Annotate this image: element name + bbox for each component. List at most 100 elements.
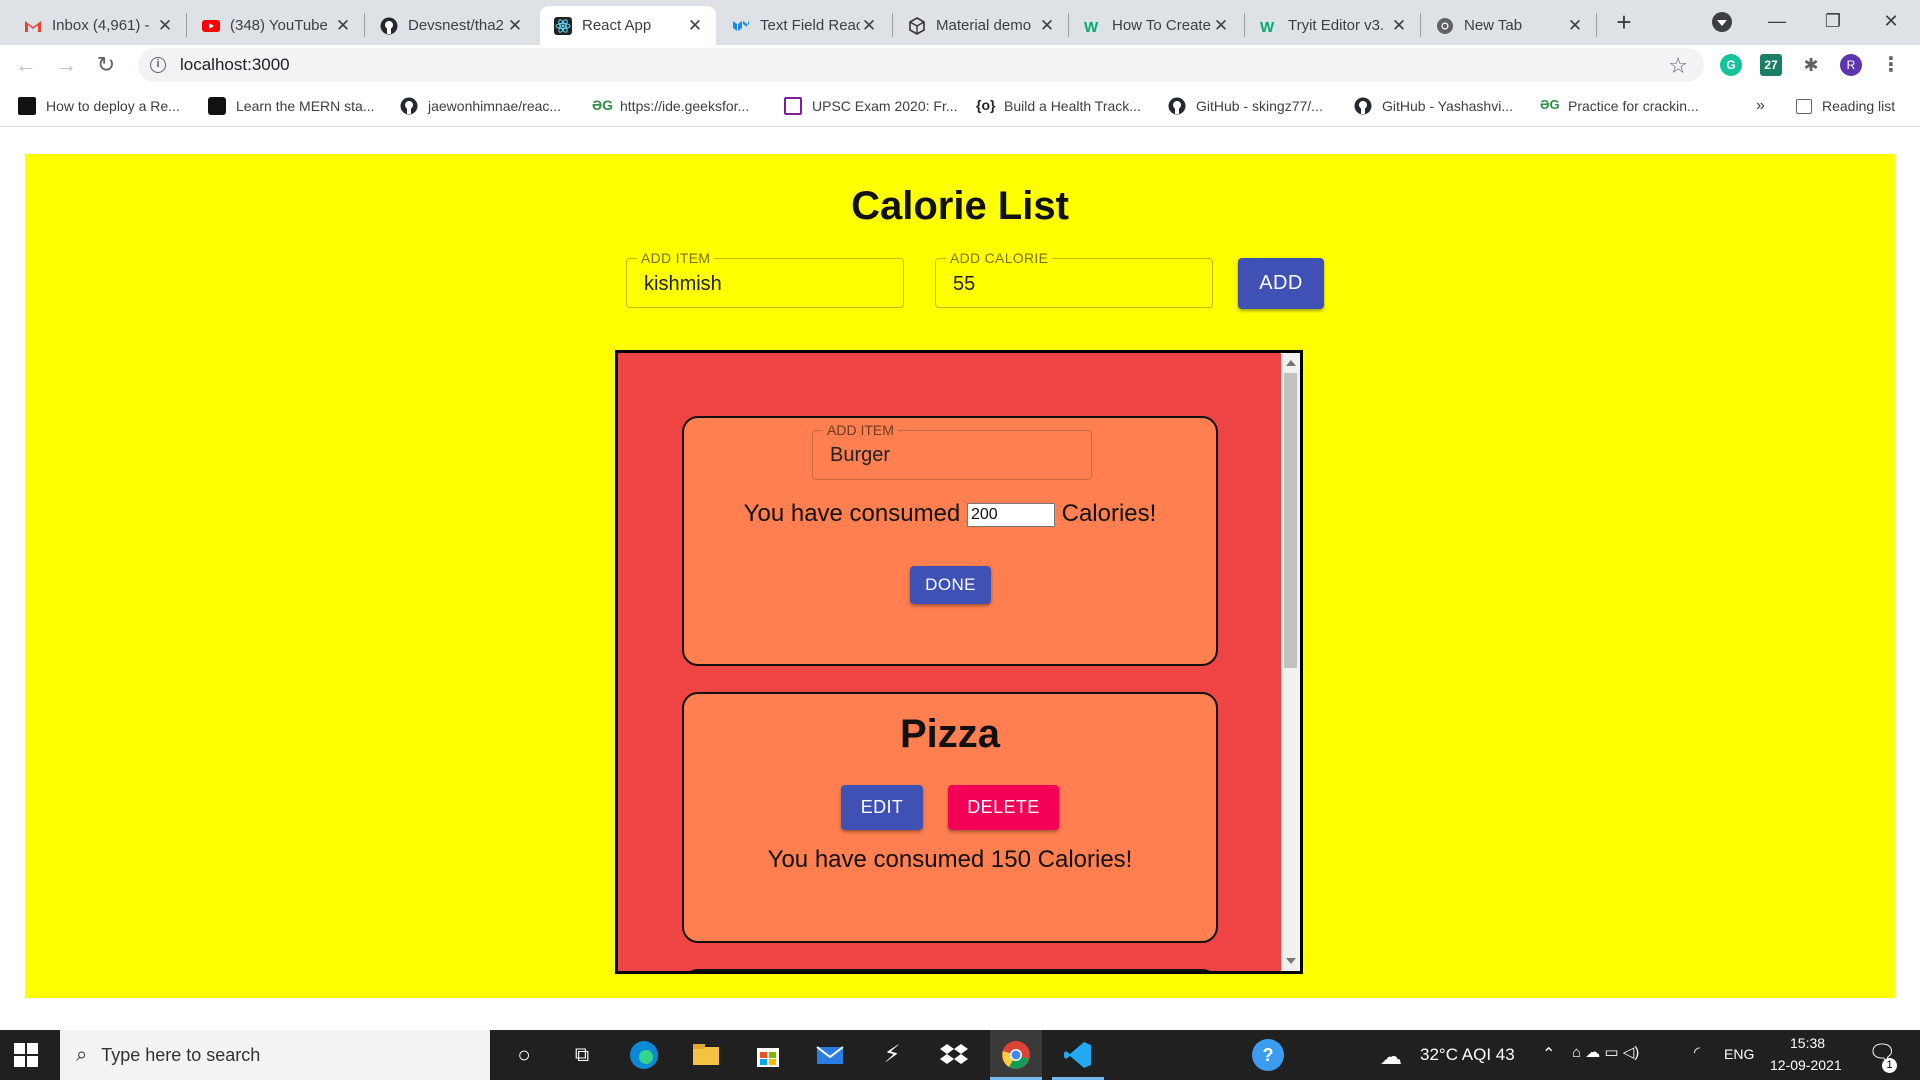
close-icon[interactable]: ✕ <box>1212 16 1230 36</box>
edit-button[interactable]: EDIT <box>841 785 923 830</box>
reading-list-button[interactable]: Reading list <box>1796 95 1895 117</box>
bookmark-item[interactable]: ƏG Practice for crackin... <box>1540 95 1699 117</box>
tab-title: How To Create <box>1112 17 1211 34</box>
bookmark-star-icon[interactable]: ☆ <box>1668 53 1688 79</box>
scroll-up-icon[interactable] <box>1286 360 1296 366</box>
tray-icons[interactable]: ⌂ ☁ ▭ ◁) <box>1572 1043 1639 1061</box>
file-explorer-icon[interactable] <box>690 1039 722 1071</box>
mui-icon <box>733 20 749 31</box>
tab-github[interactable]: Devsnest/tha2 ✕ <box>366 6 536 45</box>
profile-avatar[interactable]: R <box>1840 54 1862 76</box>
tab-title: Text Field Reac <box>760 17 860 34</box>
mail-icon[interactable] <box>814 1039 846 1071</box>
extension-badge-icon[interactable]: 27 <box>1760 54 1782 76</box>
tab-material-demo[interactable]: Material demo ✕ <box>894 6 1068 45</box>
close-icon[interactable]: ✕ <box>1390 16 1408 36</box>
github-icon <box>400 97 418 115</box>
language-indicator[interactable]: ENG <box>1724 1046 1754 1062</box>
back-arrow-icon[interactable]: ← <box>12 51 40 79</box>
site-info-icon[interactable]: i <box>150 57 166 73</box>
bookmark-item[interactable]: GitHub - Yashashvi... <box>1354 95 1513 117</box>
github-icon <box>380 17 398 34</box>
forward-arrow-icon[interactable]: → <box>52 51 80 79</box>
w3schools-icon: W <box>1260 19 1275 35</box>
svg-text:W: W <box>1260 19 1275 35</box>
close-icon[interactable]: ✕ <box>860 16 878 36</box>
menu-kebab-icon[interactable]: ⋮ <box>1880 54 1902 76</box>
item-name: Pizza <box>899 712 1001 756</box>
add-calorie-field[interactable]: ADD CALORIE 55 <box>935 250 1213 308</box>
tab-search-icon[interactable] <box>1712 12 1732 32</box>
close-icon[interactable]: ✕ <box>1038 16 1056 36</box>
tab-new-tab[interactable]: New Tab ✕ <box>1422 6 1596 45</box>
done-button[interactable]: DONE <box>910 566 991 604</box>
calorie-input[interactable]: 200 <box>966 502 1055 527</box>
chrome-icon <box>1437 17 1453 34</box>
clock-date[interactable]: 12-09-2021 <box>1770 1057 1842 1073</box>
scroll-down-icon[interactable] <box>1286 958 1296 964</box>
bookmark-item[interactable]: How to deploy a Re... <box>18 95 180 117</box>
close-icon[interactable]: ✕ <box>156 16 174 36</box>
chrome-icon[interactable] <box>1000 1039 1032 1071</box>
wifi-icon[interactable]: ◜ <box>1694 1043 1700 1061</box>
address-bar[interactable]: i localhost:3000 ☆ <box>138 48 1704 82</box>
reading-list-label: Reading list <box>1822 98 1896 114</box>
taskbar-search[interactable]: ⌕ Type here to search <box>60 1030 490 1080</box>
weather-text[interactable]: 32°C AQI 43 <box>1420 1045 1515 1065</box>
add-button[interactable]: ADD <box>1238 258 1324 309</box>
tab-how-to-create[interactable]: W How To Create ✕ <box>1070 6 1242 45</box>
reload-icon[interactable]: ↻ <box>92 51 120 79</box>
calorie-list[interactable]: ADD ITEM Burger You have consumed 200 Ca… <box>615 350 1303 974</box>
tab-text-field[interactable]: Text Field Reac ✕ <box>718 6 890 45</box>
tab-tryit-editor[interactable]: W Tryit Editor v3. ✕ <box>1246 6 1420 45</box>
close-icon[interactable]: ✕ <box>686 16 704 36</box>
close-icon[interactable]: ✕ <box>506 16 524 36</box>
restore-icon[interactable]: ❐ <box>1808 4 1858 38</box>
video-icon <box>208 97 226 115</box>
consumed-line: You have consumed 200 Calories! <box>684 500 1216 528</box>
cortana-icon[interactable]: ○ <box>508 1039 540 1071</box>
task-view-icon[interactable]: ⧉ <box>566 1039 598 1071</box>
bookmark-label: How to deploy a Re... <box>46 98 180 114</box>
dropbox-icon[interactable] <box>938 1039 970 1071</box>
delete-button[interactable]: DELETE <box>948 785 1059 830</box>
clock-time[interactable]: 15:38 <box>1790 1035 1825 1051</box>
app-page: Calorie List ADD ITEM kishmish ADD CALOR… <box>25 154 1895 998</box>
bookmark-item[interactable]: GitHub - skingz77/... <box>1168 95 1323 117</box>
scrollbar[interactable] <box>1281 353 1300 971</box>
tab-title: New Tab <box>1464 17 1523 34</box>
extensions-puzzle-icon[interactable]: ✱ <box>1800 54 1822 76</box>
tab-youtube[interactable]: (348) YouTube ✕ <box>188 6 364 45</box>
search-icon: ⌕ <box>76 1043 88 1066</box>
tab-gmail[interactable]: Inbox (4,961) - ✕ <box>10 6 186 45</box>
codesandbox-icon <box>909 16 925 35</box>
reading-list-icon <box>1796 98 1812 114</box>
window-close-icon[interactable]: ✕ <box>1866 4 1916 38</box>
close-icon[interactable]: ✕ <box>334 16 352 36</box>
url-text: localhost:3000 <box>180 55 290 74</box>
store-icon[interactable] <box>752 1039 784 1071</box>
bookmark-item[interactable]: Learn the MERN sta... <box>208 95 375 117</box>
tray-chevron-icon[interactable]: ⌃ <box>1542 1044 1555 1064</box>
new-tab-button[interactable]: + <box>1610 8 1638 36</box>
help-icon[interactable]: ? <box>1252 1039 1284 1071</box>
add-calorie-label: ADD CALORIE <box>946 250 1053 266</box>
vscode-icon[interactable] <box>1062 1039 1094 1071</box>
bookmark-item[interactable]: ƏG https://ide.geeksfor... <box>592 95 749 117</box>
windows-start-icon[interactable] <box>14 1043 38 1067</box>
bookmark-item[interactable]: jaewonhimnae/reac... <box>400 95 561 117</box>
edge-icon[interactable] <box>628 1039 660 1071</box>
tab-react-app[interactable]: React App ✕ <box>540 6 716 45</box>
github-icon <box>1168 97 1186 115</box>
edit-item-field[interactable]: ADD ITEM Burger <box>812 422 1092 480</box>
weather-icon: ☁ <box>1380 1044 1402 1069</box>
bookmark-item[interactable]: {o} Build a Health Track... <box>976 95 1141 117</box>
grammarly-icon[interactable]: G <box>1720 54 1742 76</box>
minimize-icon[interactable]: — <box>1752 4 1802 38</box>
add-item-field[interactable]: ADD ITEM kishmish <box>626 250 904 308</box>
scrollbar-thumb[interactable] <box>1284 373 1297 668</box>
bookmarks-overflow-button[interactable]: » <box>1756 95 1765 117</box>
close-icon[interactable]: ✕ <box>1566 16 1584 36</box>
app-lightning-icon[interactable]: ⚡ <box>876 1039 908 1071</box>
bookmark-item[interactable]: UPSC Exam 2020: Fr... <box>784 95 958 117</box>
